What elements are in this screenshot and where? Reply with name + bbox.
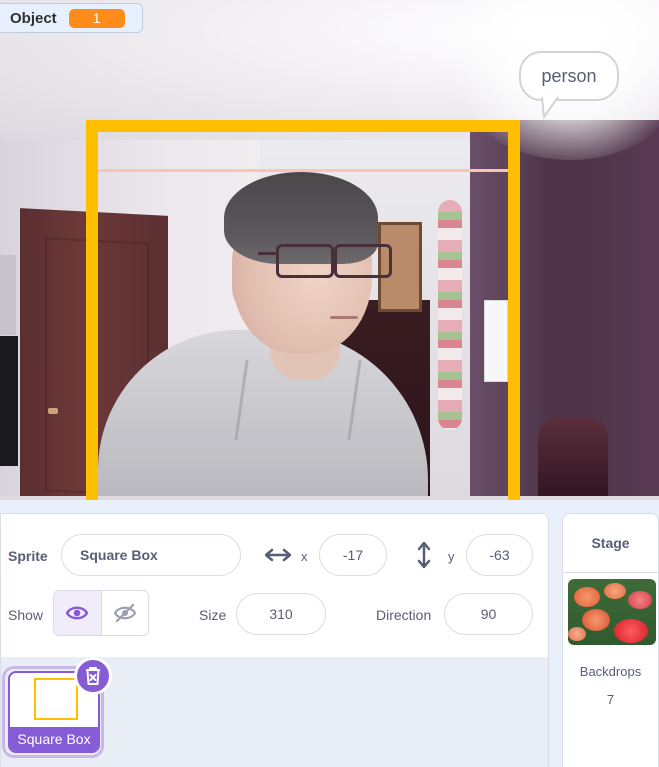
delete-sprite-button[interactable] <box>74 657 112 695</box>
sprite-label: Sprite <box>8 548 48 564</box>
direction-input[interactable]: 90 <box>444 593 533 635</box>
variable-monitor-value: 1 <box>68 8 125 28</box>
sprite-info-panel: Sprite Square Box x -17 y -63 Show Size … <box>0 513 549 658</box>
x-label: x <box>301 549 308 564</box>
webcam-wall-panel <box>0 255 16 335</box>
size-label: Size <box>199 607 227 623</box>
direction-label: Direction <box>376 607 432 623</box>
show-button[interactable] <box>54 591 102 635</box>
size-input[interactable]: 310 <box>236 593 326 635</box>
x-position-input[interactable]: -17 <box>319 534 387 576</box>
sprite-name-input[interactable]: Square Box <box>61 534 241 576</box>
speech-bubble-tail <box>541 97 559 119</box>
speech-bubble: person <box>519 51 619 101</box>
stage-canvas[interactable]: person Object 1 <box>0 0 659 500</box>
detection-bounding-box <box>86 120 520 500</box>
visibility-toggle-group <box>53 590 149 636</box>
backdrops-label: Backdrops <box>579 664 642 679</box>
show-eye-icon <box>66 606 89 620</box>
y-label: y <box>448 549 455 564</box>
backdrops-count: 7 <box>606 692 615 707</box>
sprite-list-pane: Square Box <box>0 657 549 767</box>
trash-icon <box>86 667 100 685</box>
sprite-tile-name: Square Box <box>10 727 98 751</box>
backdrop-thumbnail <box>568 579 656 645</box>
webcam-door-knob <box>48 408 58 414</box>
sprite-thumbnail <box>34 678 78 720</box>
show-label: Show <box>8 607 44 623</box>
hide-button[interactable] <box>102 591 149 635</box>
variable-monitor-label: Object <box>10 9 57 27</box>
x-arrow-icon <box>265 548 291 562</box>
webcam-chair <box>538 418 608 500</box>
webcam-monitor <box>0 336 18 466</box>
y-arrow-icon <box>417 542 431 568</box>
variable-monitor[interactable]: Object 1 <box>0 3 143 33</box>
hide-eye-icon <box>113 603 136 623</box>
stage-selector[interactable]: Stage Backdrops 7 <box>562 513 659 767</box>
stage-selector-title: Stage <box>563 514 658 573</box>
y-position-input[interactable]: -63 <box>466 534 533 576</box>
